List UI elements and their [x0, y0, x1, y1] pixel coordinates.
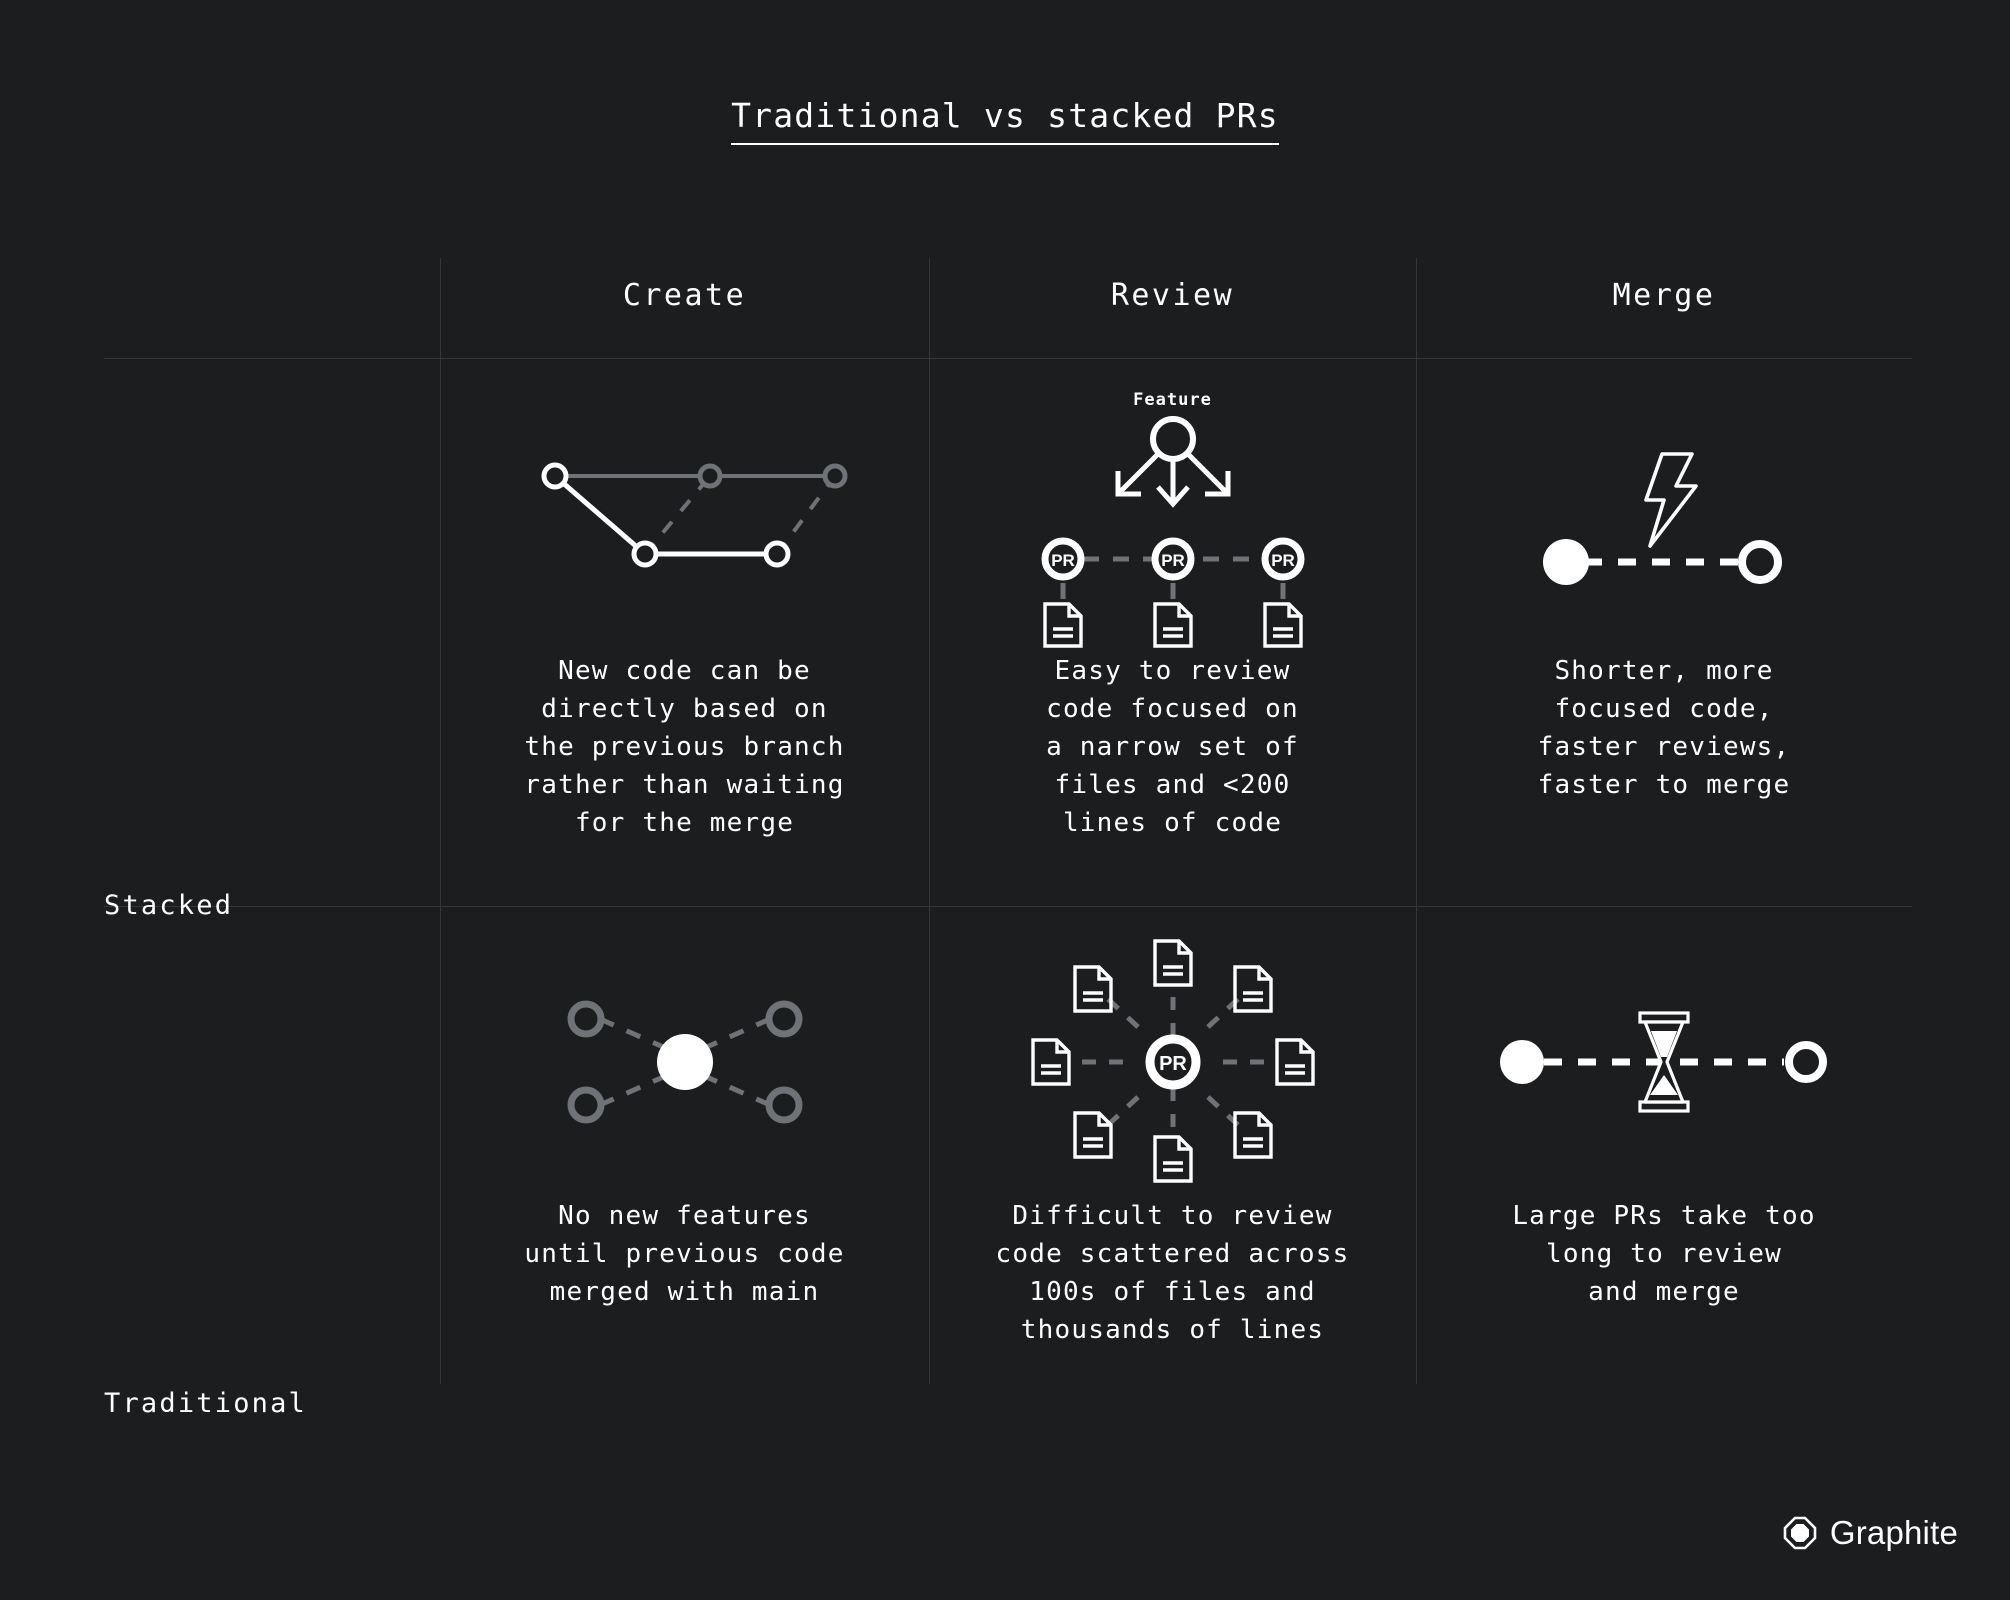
pr-badge-label-1: PR	[1051, 551, 1075, 570]
document-icon-s	[1152, 1134, 1193, 1183]
merge-source-node	[1500, 1039, 1544, 1084]
column-header-merge: Merge	[1612, 278, 1716, 313]
pr-badge-label-center: PR	[1159, 1053, 1187, 1075]
fast-merge-lightning-icon	[1543, 452, 1782, 585]
page-title: Traditional vs stacked PRs	[731, 96, 1279, 145]
cell-stacked-merge: Shorter, more focused code, faster revie…	[1416, 358, 1912, 906]
merge-target-node	[1738, 540, 1782, 584]
cell-traditional-create: No new features until previous code merg…	[440, 906, 929, 1384]
comparison-grid: Create Review Merge Stacked Traditional	[104, 258, 1912, 1419]
row-label-traditional: Traditional	[104, 1388, 308, 1419]
feature-label: Feature	[1133, 390, 1212, 410]
document-icon-1	[1042, 602, 1083, 648]
stacked-pr-fanout-icon: PR PR PR	[1041, 416, 1304, 648]
stacked-branch-graph-figure	[440, 394, 929, 644]
slow-merge-hourglass-icon	[1500, 1010, 1827, 1113]
document-icon-n	[1152, 938, 1193, 987]
main-branch-node	[656, 1033, 713, 1090]
cell-stacked-review: Feature PR PR PR Easy to review code foc…	[929, 358, 1416, 906]
merge-target-node	[1785, 1040, 1827, 1083]
document-icon-sw	[1072, 1110, 1113, 1159]
pr-badge-label-3: PR	[1271, 551, 1295, 570]
document-icon-se	[1232, 1110, 1273, 1159]
stacked-branch-graph-icon	[504, 462, 847, 568]
cell-traditional-merge: Large PRs take too long to review and me…	[1416, 906, 1912, 1384]
column-header-create: Create	[622, 278, 747, 313]
slow-merge-figure	[1416, 934, 1912, 1189]
cell-stacked-create: New code can be directly based on the pr…	[440, 358, 929, 906]
row-label-stacked: Stacked	[104, 890, 234, 921]
column-header-review: Review	[1110, 278, 1235, 313]
caption-traditional-review: Difficult to review code scattered acros…	[995, 1201, 1350, 1345]
brand-logo: Graphite	[1783, 1514, 1958, 1552]
traditional-star-graph-icon	[567, 1000, 802, 1123]
traditional-pr-scatter-figure: PR	[929, 934, 1416, 1189]
merge-source-node	[1543, 539, 1589, 585]
pr-badge-label-2: PR	[1161, 551, 1185, 570]
traditional-pr-scatter-icon: PR	[1030, 938, 1315, 1183]
title-bar: Traditional vs stacked PRs	[0, 96, 2010, 145]
document-icon-nw	[1072, 964, 1113, 1013]
graphite-hex-logo-icon	[1783, 1516, 1817, 1550]
document-icon-3	[1262, 602, 1303, 648]
document-icon-2	[1152, 602, 1193, 648]
stacked-pr-fanout-figure: Feature PR PR PR	[929, 390, 1416, 648]
caption-traditional-create: No new features until previous code merg…	[524, 1201, 845, 1307]
caption-stacked-merge: Shorter, more focused code, faster revie…	[1537, 656, 1791, 800]
document-icon-w	[1030, 1037, 1071, 1086]
caption-stacked-create: New code can be directly based on the pr…	[524, 656, 845, 838]
cell-traditional-review: PR Difficult to review code scattered ac…	[929, 906, 1416, 1384]
fast-merge-figure	[1416, 394, 1912, 644]
lightning-bolt-icon	[1644, 452, 1698, 548]
document-icon-ne	[1232, 964, 1273, 1013]
traditional-star-graph-figure	[440, 934, 929, 1189]
caption-traditional-merge: Large PRs take too long to review and me…	[1512, 1201, 1816, 1307]
document-icon-e	[1274, 1037, 1315, 1086]
caption-stacked-review: Easy to review code focused on a narrow …	[1046, 656, 1299, 838]
brand-name: Graphite	[1829, 1514, 1958, 1551]
